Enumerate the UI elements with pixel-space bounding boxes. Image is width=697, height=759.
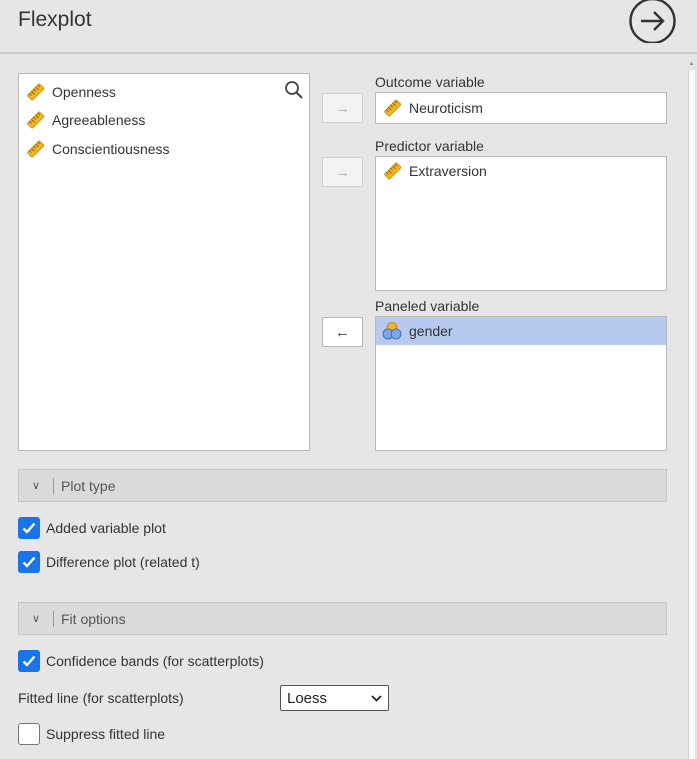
paneled-value: gender [409,323,453,339]
paneled-item[interactable]: gender [376,317,666,345]
outcome-value: Neuroticism [409,100,483,116]
list-item[interactable]: Openness [25,80,116,104]
arrow-right-icon: → [335,163,350,181]
ruler-icon [25,110,45,130]
scroll-up-icon[interactable]: ▲ [688,60,695,68]
checkbox[interactable] [18,551,40,573]
section-title: Plot type [61,477,116,494]
nominal-variable-icon [382,322,402,340]
check-icon [22,655,36,667]
chevron-down-icon: ∨ [31,613,41,625]
predictor-item[interactable]: Extraversion [376,157,666,185]
checkbox[interactable] [18,650,40,672]
ruler-icon [25,139,45,159]
checkbox[interactable] [18,723,40,745]
arrow-left-icon: ← [335,323,350,341]
ruler-icon [382,161,402,181]
added-variable-plot-checkbox[interactable]: Added variable plot [18,517,166,539]
chevron-down-icon [371,694,382,702]
variable-label: Conscientiousness [52,141,170,157]
variable-label: Openness [52,84,116,100]
confidence-bands-checkbox[interactable]: Confidence bands (for scatterplots) [18,650,264,672]
paneled-label: Paneled variable [375,298,480,314]
list-item[interactable]: Conscientiousness [25,137,170,161]
check-icon [22,556,36,568]
divider [53,610,54,627]
arrow-right-icon: → [335,99,350,117]
scrollbar-thumb[interactable] [688,70,695,759]
predictor-variable-box[interactable]: Extraversion [375,156,667,291]
scrollbar[interactable]: ▲ [686,60,697,759]
ruler-icon [382,98,402,118]
variable-label: Agreeableness [52,112,146,128]
list-item[interactable]: Agreeableness [25,108,145,132]
checkbox-label: Suppress fitted line [46,726,166,742]
checkbox-label: Difference plot (related t) [46,554,200,570]
suppress-fitted-line-checkbox[interactable]: Suppress fitted line [18,723,165,745]
header: Flexplot [0,0,697,54]
paneled-variable-box[interactable]: gender [375,316,667,451]
outcome-label: Outcome variable [375,74,485,90]
move-to-outcome-button[interactable]: → [322,93,363,123]
chevron-down-icon: ∨ [31,480,41,492]
check-icon [22,522,36,534]
section-title: Fit options [61,610,126,627]
fitted-line-select[interactable]: Loess [280,685,389,711]
difference-plot-checkbox[interactable]: Difference plot (related t) [18,551,200,573]
checkbox[interactable] [18,517,40,539]
outcome-item[interactable]: Neuroticism [376,93,666,123]
checkbox-label: Confidence bands (for scatterplots) [46,653,264,669]
move-back-paneled-button[interactable]: ← [322,317,363,347]
checkbox-label: Added variable plot [46,520,166,536]
search-icon[interactable] [284,80,304,100]
arrow-circle-icon [629,0,676,45]
move-to-predictor-button[interactable]: → [322,157,363,187]
plot-type-section-header[interactable]: ∨ Plot type [18,469,667,502]
available-variables-list[interactable]: Openness Agreeableness Conscientiousness [18,73,310,451]
outcome-variable-box[interactable]: Neuroticism [375,92,667,124]
predictor-label: Predictor variable [375,138,484,154]
predictor-value: Extraversion [409,163,487,179]
divider [53,477,54,494]
ruler-icon [25,82,45,102]
run-arrow-button[interactable] [628,0,677,45]
fitted-line-label: Fitted line (for scatterplots) [18,690,184,706]
page-title: Flexplot [18,8,92,31]
fit-options-section-header[interactable]: ∨ Fit options [18,602,667,635]
select-value: Loess [287,689,328,707]
